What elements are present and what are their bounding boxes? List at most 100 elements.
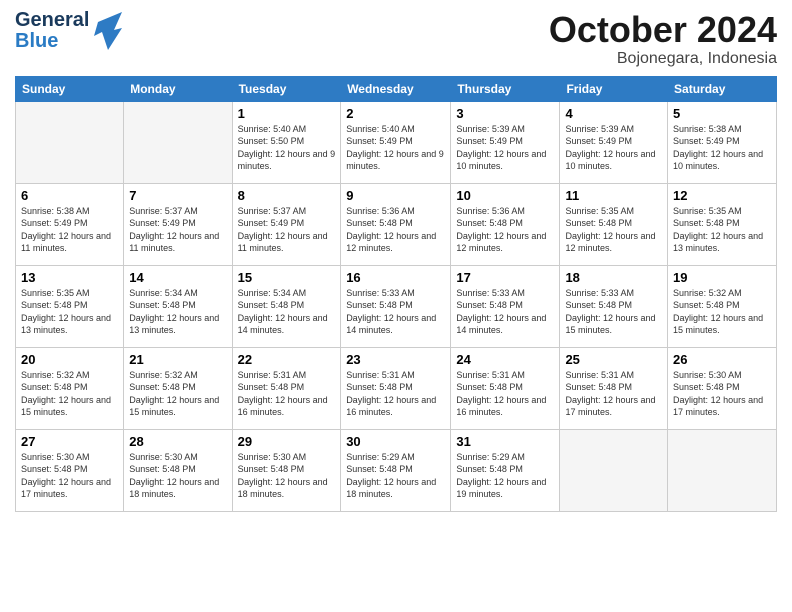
day-number: 5 bbox=[673, 106, 771, 121]
header-friday: Friday bbox=[560, 76, 668, 101]
day-cell: 30 Sunrise: 5:29 AMSunset: 5:48 PMDaylig… bbox=[341, 429, 451, 511]
day-info: Sunrise: 5:39 AMSunset: 5:49 PMDaylight:… bbox=[456, 124, 546, 172]
day-cell: 31 Sunrise: 5:29 AMSunset: 5:48 PMDaylig… bbox=[451, 429, 560, 511]
day-number: 9 bbox=[346, 188, 445, 203]
day-info: Sunrise: 5:32 AMSunset: 5:48 PMDaylight:… bbox=[129, 370, 219, 418]
day-info: Sunrise: 5:32 AMSunset: 5:48 PMDaylight:… bbox=[21, 370, 111, 418]
day-number: 2 bbox=[346, 106, 445, 121]
day-info: Sunrise: 5:31 AMSunset: 5:48 PMDaylight:… bbox=[565, 370, 655, 418]
day-cell: 13 Sunrise: 5:35 AMSunset: 5:48 PMDaylig… bbox=[16, 265, 124, 347]
day-number: 28 bbox=[129, 434, 226, 449]
day-cell: 2 Sunrise: 5:40 AMSunset: 5:49 PMDayligh… bbox=[341, 101, 451, 183]
day-cell: 14 Sunrise: 5:34 AMSunset: 5:48 PMDaylig… bbox=[124, 265, 232, 347]
day-number: 8 bbox=[238, 188, 336, 203]
page: General Blue October 2024 Bojonegara, In… bbox=[0, 0, 792, 612]
day-cell: 3 Sunrise: 5:39 AMSunset: 5:49 PMDayligh… bbox=[451, 101, 560, 183]
day-cell: 12 Sunrise: 5:35 AMSunset: 5:48 PMDaylig… bbox=[668, 183, 777, 265]
day-cell bbox=[16, 101, 124, 183]
day-info: Sunrise: 5:38 AMSunset: 5:49 PMDaylight:… bbox=[673, 124, 763, 172]
day-number: 18 bbox=[565, 270, 662, 285]
header: General Blue October 2024 Bojonegara, In… bbox=[15, 10, 777, 68]
day-info: Sunrise: 5:30 AMSunset: 5:48 PMDaylight:… bbox=[21, 452, 111, 500]
title-area: October 2024 Bojonegara, Indonesia bbox=[549, 10, 777, 68]
day-number: 4 bbox=[565, 106, 662, 121]
day-info: Sunrise: 5:37 AMSunset: 5:49 PMDaylight:… bbox=[238, 206, 328, 254]
day-info: Sunrise: 5:31 AMSunset: 5:48 PMDaylight:… bbox=[238, 370, 328, 418]
day-cell: 10 Sunrise: 5:36 AMSunset: 5:48 PMDaylig… bbox=[451, 183, 560, 265]
day-cell: 23 Sunrise: 5:31 AMSunset: 5:48 PMDaylig… bbox=[341, 347, 451, 429]
day-info: Sunrise: 5:36 AMSunset: 5:48 PMDaylight:… bbox=[346, 206, 436, 254]
day-cell: 16 Sunrise: 5:33 AMSunset: 5:48 PMDaylig… bbox=[341, 265, 451, 347]
day-cell: 22 Sunrise: 5:31 AMSunset: 5:48 PMDaylig… bbox=[232, 347, 341, 429]
day-info: Sunrise: 5:33 AMSunset: 5:48 PMDaylight:… bbox=[346, 288, 436, 336]
day-cell: 7 Sunrise: 5:37 AMSunset: 5:49 PMDayligh… bbox=[124, 183, 232, 265]
day-number: 19 bbox=[673, 270, 771, 285]
day-info: Sunrise: 5:35 AMSunset: 5:48 PMDaylight:… bbox=[673, 206, 763, 254]
day-cell: 18 Sunrise: 5:33 AMSunset: 5:48 PMDaylig… bbox=[560, 265, 668, 347]
header-wednesday: Wednesday bbox=[341, 76, 451, 101]
day-cell: 11 Sunrise: 5:35 AMSunset: 5:48 PMDaylig… bbox=[560, 183, 668, 265]
day-cell: 24 Sunrise: 5:31 AMSunset: 5:48 PMDaylig… bbox=[451, 347, 560, 429]
day-info: Sunrise: 5:29 AMSunset: 5:48 PMDaylight:… bbox=[456, 452, 546, 500]
day-number: 15 bbox=[238, 270, 336, 285]
day-number: 14 bbox=[129, 270, 226, 285]
logo: General Blue bbox=[15, 10, 122, 52]
day-info: Sunrise: 5:39 AMSunset: 5:49 PMDaylight:… bbox=[565, 124, 655, 172]
day-number: 26 bbox=[673, 352, 771, 367]
day-info: Sunrise: 5:36 AMSunset: 5:48 PMDaylight:… bbox=[456, 206, 546, 254]
day-number: 10 bbox=[456, 188, 554, 203]
day-number: 31 bbox=[456, 434, 554, 449]
day-number: 23 bbox=[346, 352, 445, 367]
day-cell: 25 Sunrise: 5:31 AMSunset: 5:48 PMDaylig… bbox=[560, 347, 668, 429]
day-cell: 19 Sunrise: 5:32 AMSunset: 5:48 PMDaylig… bbox=[668, 265, 777, 347]
weekday-header-row: Sunday Monday Tuesday Wednesday Thursday… bbox=[16, 76, 777, 101]
day-number: 21 bbox=[129, 352, 226, 367]
logo-wing-icon bbox=[94, 12, 122, 50]
day-info: Sunrise: 5:37 AMSunset: 5:49 PMDaylight:… bbox=[129, 206, 219, 254]
day-cell: 29 Sunrise: 5:30 AMSunset: 5:48 PMDaylig… bbox=[232, 429, 341, 511]
day-cell bbox=[124, 101, 232, 183]
day-number: 7 bbox=[129, 188, 226, 203]
week-row-3: 13 Sunrise: 5:35 AMSunset: 5:48 PMDaylig… bbox=[16, 265, 777, 347]
day-number: 25 bbox=[565, 352, 662, 367]
calendar: Sunday Monday Tuesday Wednesday Thursday… bbox=[15, 76, 777, 512]
day-cell: 28 Sunrise: 5:30 AMSunset: 5:48 PMDaylig… bbox=[124, 429, 232, 511]
day-number: 6 bbox=[21, 188, 118, 203]
day-cell: 1 Sunrise: 5:40 AMSunset: 5:50 PMDayligh… bbox=[232, 101, 341, 183]
header-sunday: Sunday bbox=[16, 76, 124, 101]
day-info: Sunrise: 5:30 AMSunset: 5:48 PMDaylight:… bbox=[673, 370, 763, 418]
day-info: Sunrise: 5:35 AMSunset: 5:48 PMDaylight:… bbox=[21, 288, 111, 336]
day-info: Sunrise: 5:33 AMSunset: 5:48 PMDaylight:… bbox=[565, 288, 655, 336]
day-info: Sunrise: 5:32 AMSunset: 5:48 PMDaylight:… bbox=[673, 288, 763, 336]
day-cell: 6 Sunrise: 5:38 AMSunset: 5:49 PMDayligh… bbox=[16, 183, 124, 265]
day-number: 29 bbox=[238, 434, 336, 449]
day-number: 24 bbox=[456, 352, 554, 367]
day-info: Sunrise: 5:35 AMSunset: 5:48 PMDaylight:… bbox=[565, 206, 655, 254]
week-row-4: 20 Sunrise: 5:32 AMSunset: 5:48 PMDaylig… bbox=[16, 347, 777, 429]
header-saturday: Saturday bbox=[668, 76, 777, 101]
day-number: 12 bbox=[673, 188, 771, 203]
header-tuesday: Tuesday bbox=[232, 76, 341, 101]
header-thursday: Thursday bbox=[451, 76, 560, 101]
day-number: 1 bbox=[238, 106, 336, 121]
day-number: 17 bbox=[456, 270, 554, 285]
day-info: Sunrise: 5:38 AMSunset: 5:49 PMDaylight:… bbox=[21, 206, 111, 254]
day-cell bbox=[560, 429, 668, 511]
day-number: 30 bbox=[346, 434, 445, 449]
week-row-1: 1 Sunrise: 5:40 AMSunset: 5:50 PMDayligh… bbox=[16, 101, 777, 183]
day-cell: 15 Sunrise: 5:34 AMSunset: 5:48 PMDaylig… bbox=[232, 265, 341, 347]
day-cell: 8 Sunrise: 5:37 AMSunset: 5:49 PMDayligh… bbox=[232, 183, 341, 265]
day-cell: 20 Sunrise: 5:32 AMSunset: 5:48 PMDaylig… bbox=[16, 347, 124, 429]
day-cell: 27 Sunrise: 5:30 AMSunset: 5:48 PMDaylig… bbox=[16, 429, 124, 511]
day-cell: 5 Sunrise: 5:38 AMSunset: 5:49 PMDayligh… bbox=[668, 101, 777, 183]
day-number: 16 bbox=[346, 270, 445, 285]
day-info: Sunrise: 5:30 AMSunset: 5:48 PMDaylight:… bbox=[238, 452, 328, 500]
day-info: Sunrise: 5:30 AMSunset: 5:48 PMDaylight:… bbox=[129, 452, 219, 500]
day-cell: 17 Sunrise: 5:33 AMSunset: 5:48 PMDaylig… bbox=[451, 265, 560, 347]
day-info: Sunrise: 5:33 AMSunset: 5:48 PMDaylight:… bbox=[456, 288, 546, 336]
day-cell: 4 Sunrise: 5:39 AMSunset: 5:49 PMDayligh… bbox=[560, 101, 668, 183]
day-number: 27 bbox=[21, 434, 118, 449]
day-cell bbox=[668, 429, 777, 511]
week-row-2: 6 Sunrise: 5:38 AMSunset: 5:49 PMDayligh… bbox=[16, 183, 777, 265]
day-info: Sunrise: 5:40 AMSunset: 5:50 PMDaylight:… bbox=[238, 124, 336, 172]
